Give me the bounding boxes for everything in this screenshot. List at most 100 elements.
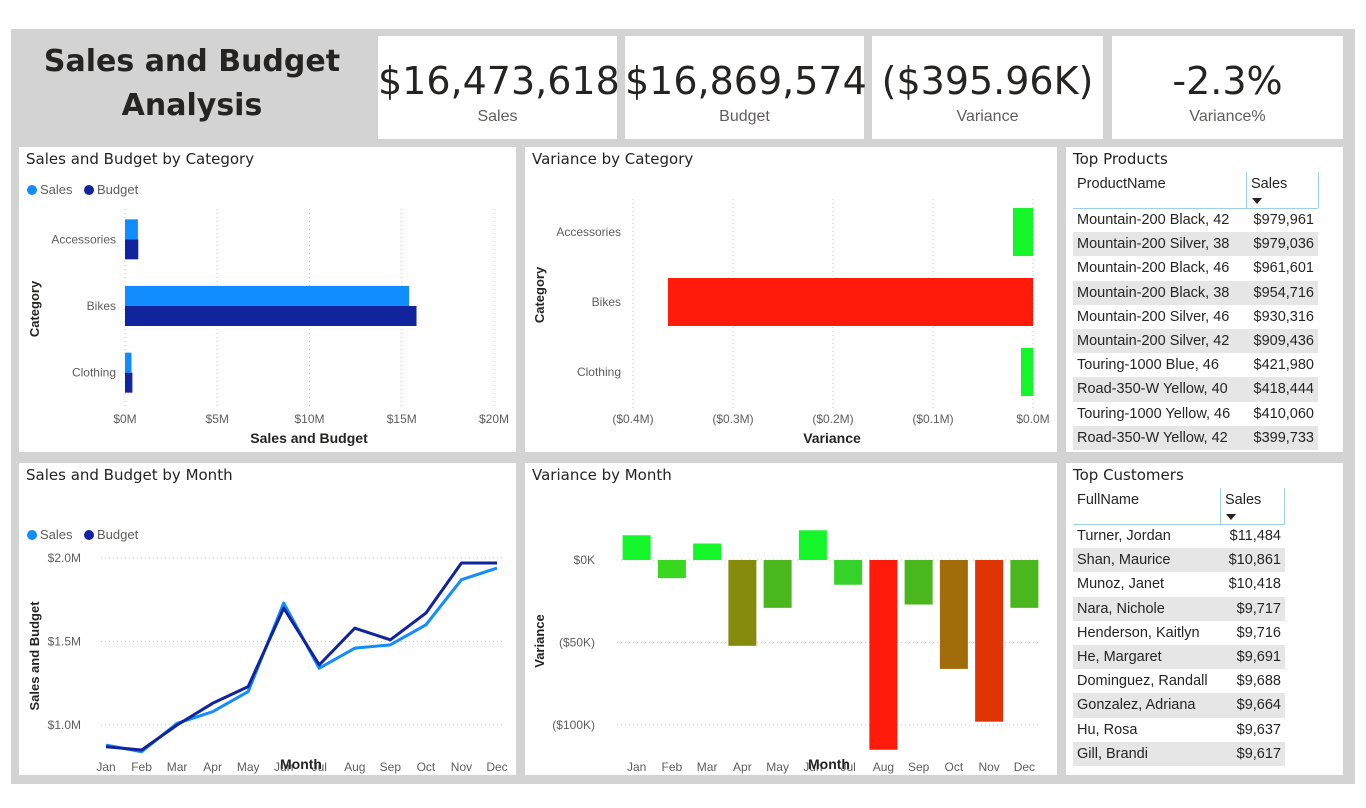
table-row[interactable]: Road-350-W Yellow, 40 $418,444 [1073, 377, 1318, 402]
panel-variance-by-month[interactable]: Variance by Month $0K ($50K) ($100K) Jan Feb… [525, 463, 1057, 775]
table-cell-name: He, Margaret [1073, 644, 1221, 670]
table-cell-sales: $9,637 [1236, 721, 1281, 738]
customers-table: Turner, Jordan $11,484 Shan, Maurice $10,86… [1073, 524, 1285, 766]
bar-variance [1013, 208, 1033, 256]
table-cell-name: Touring-1000 Blue, 46 [1077, 357, 1219, 374]
bar-variance [939, 560, 968, 669]
bar-sales [125, 219, 138, 240]
table-cell-name: Mountain-200 Black, 46 [1077, 260, 1230, 277]
table-row[interactable]: Touring-1000 Blue, 46 $421,980 [1073, 353, 1318, 377]
table-cell-name: Turner, Jordan [1077, 528, 1171, 545]
table-row[interactable]: Touring-1000 Yellow, 46 $410,060 [1073, 402, 1318, 426]
x-axis-title: Month [280, 756, 322, 772]
x-tick-label: Feb [131, 760, 152, 774]
panel-title: Variance by Category [532, 150, 694, 168]
table-cell-name: Mountain-200 Silver, 46 [1077, 308, 1230, 325]
sort-desc-icon [1252, 198, 1262, 204]
table-row[interactable]: Henderson, Kaitlyn $9,716 [1073, 621, 1285, 645]
panel-title: Sales and Budget by Month [26, 466, 233, 484]
x-tick-label: Dec [1014, 760, 1035, 774]
table-row[interactable]: Mountain-200 Black, 38 $954,716 [1073, 280, 1318, 305]
y-tick-label: Bikes [592, 295, 621, 309]
table-row[interactable]: Turner, Jordan $11,484 [1073, 524, 1285, 548]
column-header-sales[interactable]: Sales [1221, 488, 1285, 524]
kpi-card-variance-pct[interactable]: -2.3% Variance% [1112, 36, 1343, 139]
table-row[interactable]: Mountain-200 Silver, 46 $930,316 [1073, 305, 1318, 329]
table-row[interactable]: Hu, Rosa $9,637 [1073, 718, 1285, 742]
table-row[interactable]: Munoz, Janet $10,418 [1073, 572, 1285, 596]
variance-month-chart[interactable]: $0K($50K)($100K)Jan Feb Mar Apr May Jun Jul Aug… [525, 463, 1057, 775]
table-cell-name: Munoz, Janet [1077, 576, 1165, 593]
x-tick-label: Mar [697, 760, 718, 774]
table-row[interactable]: He, Margaret $9,691 [1073, 644, 1285, 670]
y-axis-title: Category [532, 266, 547, 323]
panel-sales-budget-by-month[interactable]: Sales and Budget by Month Sales Budget $1.… [19, 463, 516, 775]
kpi-card-budget[interactable]: $16,869,574 Budget [625, 36, 867, 139]
panel-sales-budget-by-category[interactable]: Sales and Budget by Category Sales Budget… [19, 147, 516, 452]
legend-marker [27, 530, 37, 540]
kpi-label: Variance [956, 108, 1019, 125]
table-cell-sales: $961,601 [1253, 260, 1314, 277]
dashboard-title: Sales and Budget Analysis [11, 29, 373, 139]
table-row[interactable]: Gonzalez, Adriana $9,664 [1073, 693, 1285, 718]
kpi-label: Variance% [1189, 108, 1266, 125]
table-row[interactable]: Road-350-W Yellow, 42 $399,733 [1073, 425, 1318, 450]
table-cell-sales: $9,717 [1221, 596, 1285, 621]
table-row[interactable]: Mountain-200 Black, 42 $979,961 [1073, 208, 1318, 232]
title-line-1: Sales and Budget [43, 44, 341, 79]
y-axis-title: Category [27, 280, 42, 337]
table-row[interactable]: Nara, Nichole $9,717 [1073, 596, 1285, 621]
column-header-label: FullName [1077, 492, 1140, 508]
x-tick-label: Sep [908, 760, 930, 774]
y-tick-label: Accessories [556, 225, 621, 239]
kpi-card-sales[interactable]: $16,473,618 Sales [378, 36, 620, 139]
bar-sales [125, 352, 132, 373]
y-tick-label: $1.0M [48, 718, 81, 732]
panel-variance-by-category[interactable]: Variance by Category ($0.4M) ($0.3M) ($0.2… [525, 147, 1057, 452]
column-header-fullname[interactable]: FullName [1073, 488, 1221, 524]
kpi-value: ($395.96K) [881, 59, 1094, 103]
variance-category-chart[interactable]: ($0.4M) ($0.3M) ($0.2M) ($0.1M) $0.0M Accesso… [525, 147, 1057, 452]
table-row[interactable]: Mountain-200 Black, 46 $961,601 [1073, 256, 1318, 280]
bar-sales [125, 286, 410, 306]
table-row[interactable]: Mountain-200 Silver, 38 $979,036 [1073, 232, 1318, 257]
panel-top-products[interactable]: Top Products ProductName Sales Mountain-… [1066, 147, 1343, 452]
panel-top-customers[interactable]: Top Customers FullName Sales Turner, Jor… [1066, 463, 1343, 775]
table-cell-sales: $9,664 [1221, 693, 1285, 718]
y-tick-label: $0K [574, 553, 595, 567]
x-tick-label: Mar [167, 760, 188, 774]
title-line-2: Analysis [121, 88, 263, 123]
table-row[interactable]: Mountain-200 Silver, 42 $909,436 [1073, 328, 1318, 354]
table-row[interactable]: Dominguez, Randall $9,688 [1073, 669, 1285, 693]
table-cell-name: Shan, Maurice [1073, 548, 1221, 573]
table-row[interactable]: Gill, Brandi $9,617 [1073, 741, 1285, 766]
bar-variance [904, 560, 933, 605]
panel-title: Top Customers [1073, 466, 1184, 484]
table-row[interactable]: Shan, Maurice $10,861 [1073, 548, 1285, 573]
kpi-card-variance[interactable]: ($395.96K) Variance [872, 36, 1103, 139]
table-cell-name: Road-350-W Yellow, 42 [1073, 425, 1247, 450]
table-cell-name: Gonzalez, Adriana [1073, 693, 1221, 718]
y-tick-label: Clothing [72, 366, 116, 380]
x-tick-label: ($0.4M) [612, 412, 653, 426]
series-line-budget [105, 561, 497, 752]
x-tick-label: Aug [344, 760, 365, 774]
column-header-label: ProductName [1077, 176, 1166, 192]
x-tick-label: Oct [945, 760, 964, 774]
legend-label: Budget [97, 527, 139, 542]
table-cell-name: Hu, Rosa [1077, 721, 1138, 738]
sales-budget-category-chart[interactable]: Sales Budget $0M $5M $10M $15M $20M Accessories… [19, 147, 516, 452]
column-header-productname[interactable]: ProductName [1073, 172, 1247, 208]
legend-label: Budget [97, 182, 139, 197]
column-header-sales[interactable]: Sales [1247, 172, 1319, 208]
table-cell-sales: $421,980 [1253, 357, 1314, 374]
table-cell-sales: $399,733 [1247, 425, 1318, 450]
column-header-label: Sales [1225, 492, 1262, 508]
x-tick-label: May [237, 760, 260, 774]
kpi-value: $16,473,618 [378, 59, 620, 103]
kpi-label: Sales [477, 108, 518, 125]
table-cell-name: Touring-1000 Yellow, 46 [1077, 405, 1231, 422]
table-cell-name: Mountain-200 Black, 42 [1077, 212, 1230, 229]
bar-variance [728, 560, 757, 646]
sales-budget-month-chart[interactable]: Sales Budget $1.0M $1.5M $2.0M Jan Feb Mar Apr Ma… [19, 463, 516, 775]
